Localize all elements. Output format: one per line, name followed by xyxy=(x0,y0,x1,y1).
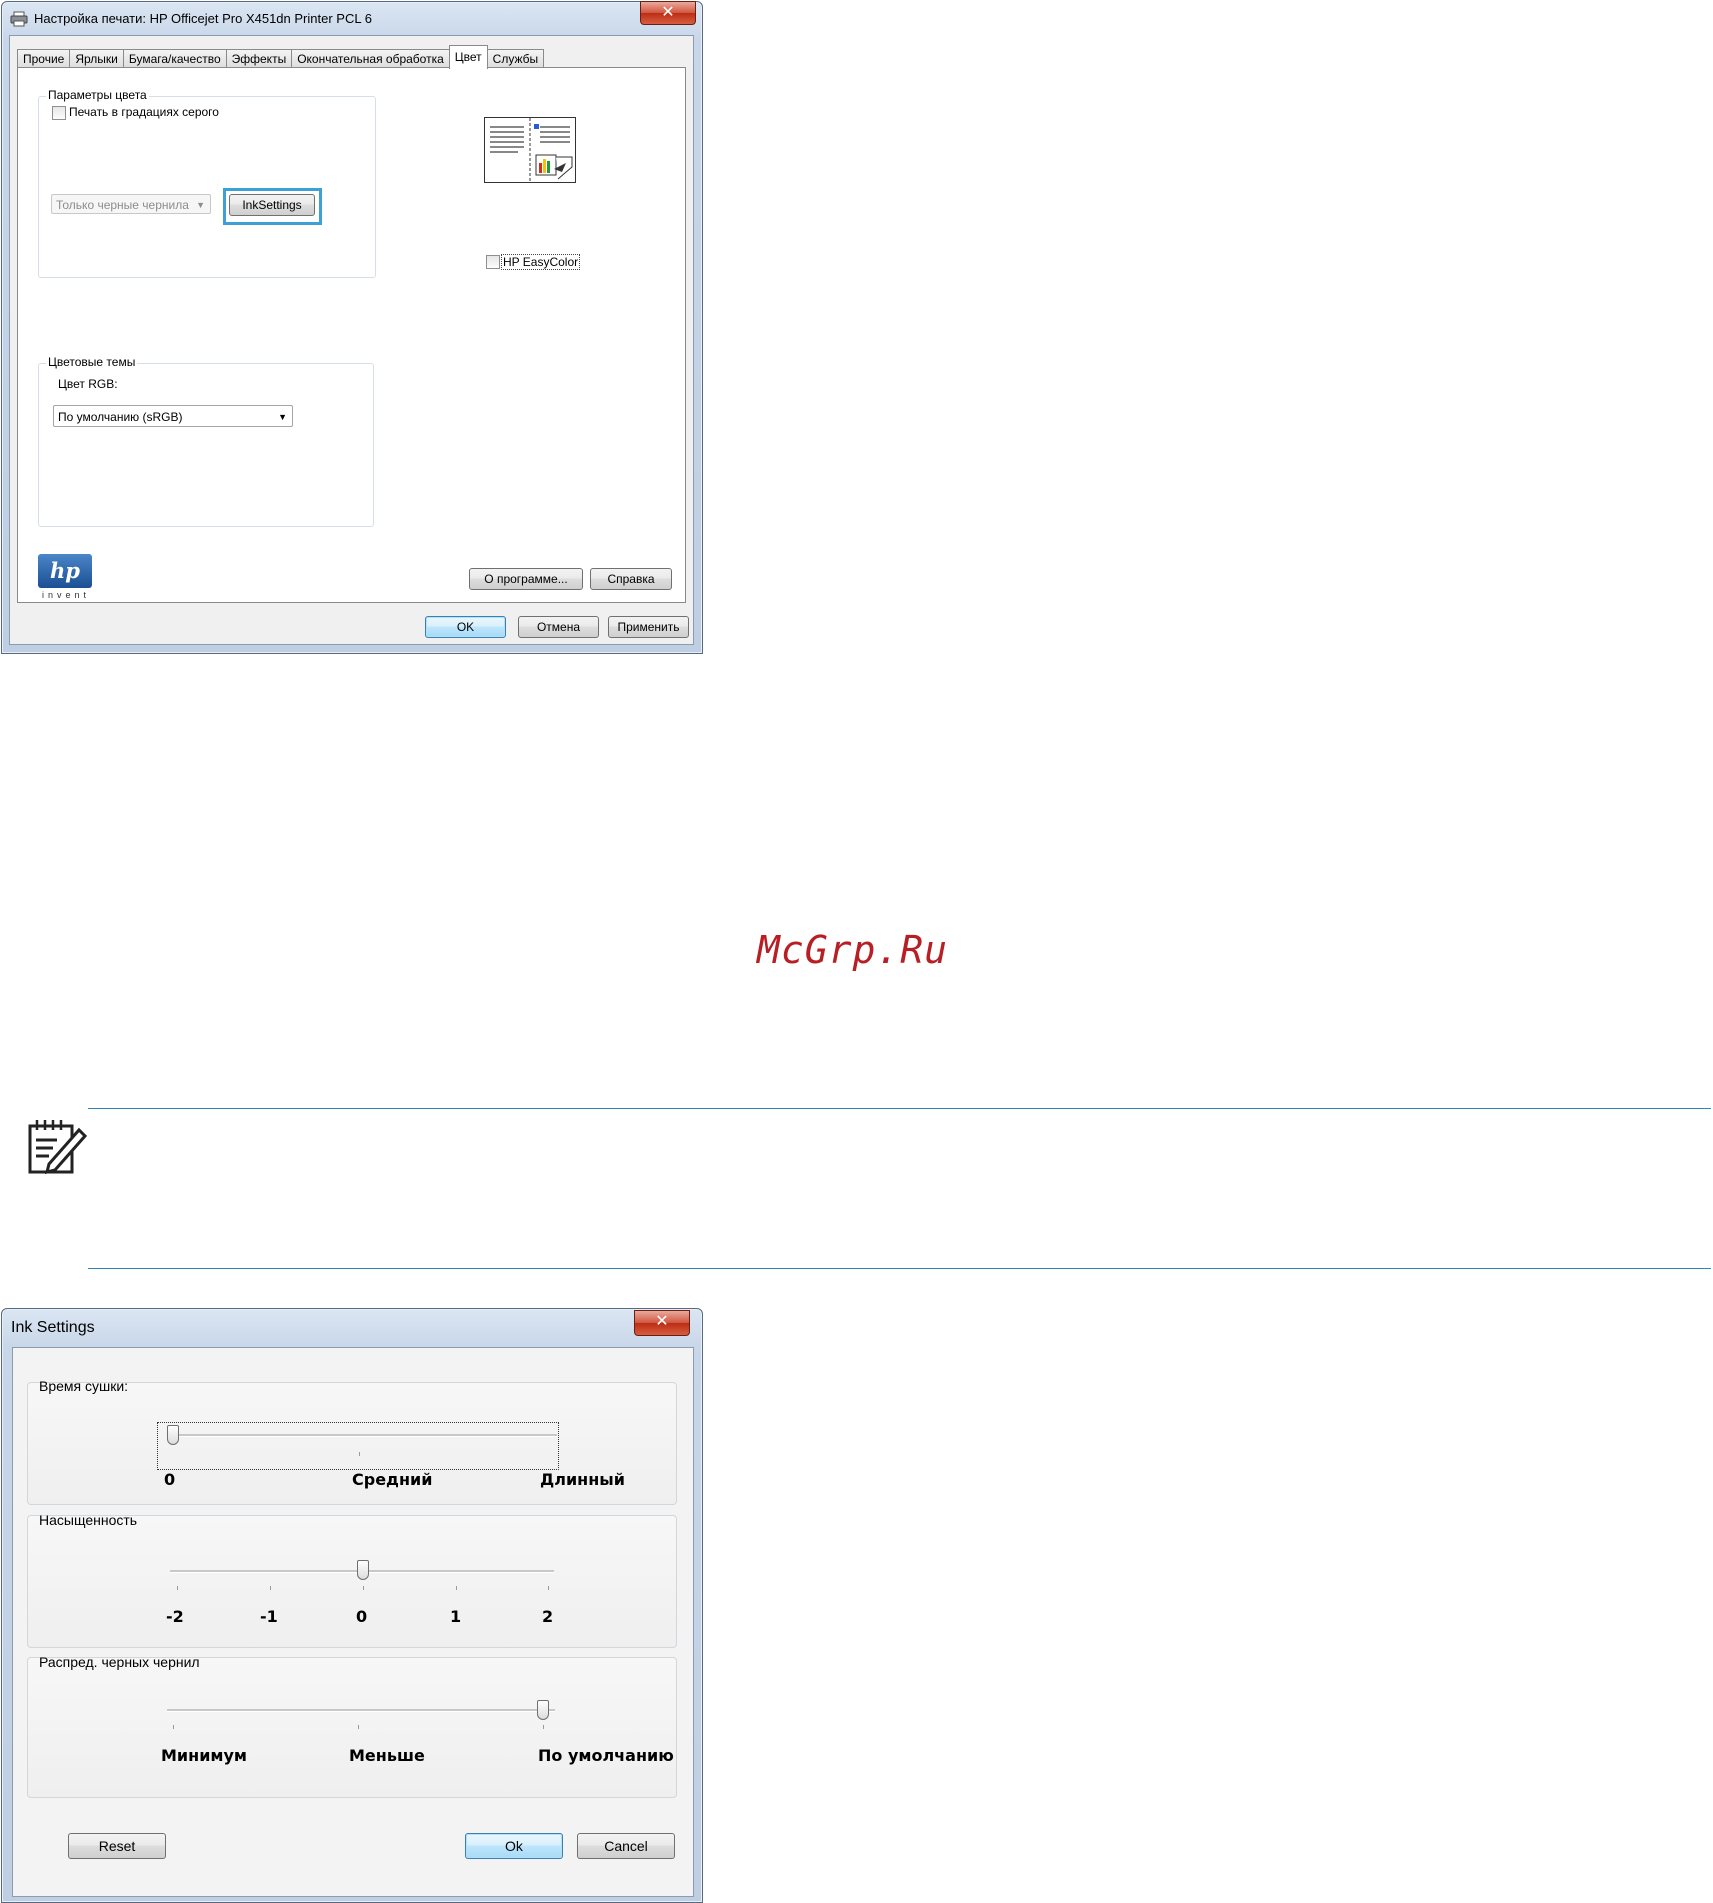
saturation-legend: Насыщенность xyxy=(39,1512,138,1528)
tab-effects[interactable]: Эффекты xyxy=(225,49,293,69)
saturation-label-p1: 1 xyxy=(450,1607,462,1626)
saturation-tick xyxy=(270,1586,271,1590)
black-spread-label-min: Минимум xyxy=(161,1746,247,1765)
black-spread-tick xyxy=(173,1725,174,1729)
cancel-button[interactable]: Cancel xyxy=(577,1833,675,1859)
note-top-rule xyxy=(88,1108,1711,1109)
hp-logo: hp invent xyxy=(38,554,94,600)
black-spread-slider-thumb[interactable] xyxy=(537,1700,549,1720)
drying-slider-thumb[interactable] xyxy=(167,1425,179,1445)
chevron-down-icon: ▼ xyxy=(278,412,287,422)
tab-other[interactable]: Прочие xyxy=(17,49,71,69)
color-tab-panel: Параметры цвета Печать в градациях серог… xyxy=(17,67,686,603)
printer-icon xyxy=(10,11,28,32)
tab-color[interactable]: Цвет xyxy=(448,45,488,69)
tab-finishing[interactable]: Окончательная обработка xyxy=(291,49,450,69)
saturation-label-0: 0 xyxy=(356,1607,368,1626)
black-spread-tick xyxy=(543,1725,544,1729)
note-icon xyxy=(27,1118,88,1179)
saturation-label-m1: -1 xyxy=(260,1607,278,1626)
chevron-down-icon: ▼ xyxy=(196,200,205,210)
watermark-text: McGrp.Ru xyxy=(757,928,949,972)
apply-button[interactable]: Применить xyxy=(608,616,689,638)
window-client-area: Прочие Ярлыки Бумага/качество Эффекты Ок… xyxy=(9,35,694,645)
saturation-slider-thumb[interactable] xyxy=(357,1560,369,1580)
drying-tick xyxy=(359,1452,360,1456)
drying-label-mid: Средний xyxy=(352,1470,433,1489)
saturation-tick xyxy=(548,1586,549,1590)
saturation-tick xyxy=(363,1586,364,1590)
saturation-label-m2: -2 xyxy=(166,1607,184,1626)
ok-button[interactable]: OK xyxy=(425,616,506,638)
page-preview-image xyxy=(484,117,576,183)
saturation-label-p2: 2 xyxy=(542,1607,554,1626)
window-title: Настройка печати: HP Officejet Pro X451d… xyxy=(34,11,372,26)
black-spread-label-default: По умолчанию xyxy=(538,1746,674,1765)
saturation-tick xyxy=(177,1586,178,1590)
ink-close-button[interactable]: ✕ xyxy=(634,1310,690,1336)
black-spread-legend: Распред. черных чернил xyxy=(39,1654,200,1670)
color-themes-legend: Цветовые темы xyxy=(46,355,138,369)
about-button[interactable]: О программе... xyxy=(469,568,583,590)
tab-paper-quality[interactable]: Бумага/качество xyxy=(122,49,227,69)
rgb-label: Цвет RGB: xyxy=(58,377,118,391)
drying-slider-track[interactable] xyxy=(173,1434,557,1437)
color-params-legend: Параметры цвета xyxy=(46,88,149,102)
grayscale-checkbox[interactable] xyxy=(52,106,66,120)
ink-client-area: Время сушки: 0 Средний Длинный Насыщенно… xyxy=(12,1347,694,1897)
easycolor-checkbox[interactable] xyxy=(486,255,500,269)
drying-label-min: 0 xyxy=(164,1470,176,1489)
color-params-group xyxy=(38,96,376,278)
note-bottom-rule xyxy=(88,1268,1711,1269)
drying-time-legend: Время сушки: xyxy=(39,1378,129,1394)
reset-button[interactable]: Reset xyxy=(68,1833,166,1859)
ink-window-title: Ink Settings xyxy=(11,1319,95,1336)
saturation-tick xyxy=(456,1586,457,1590)
ink-settings-window: Ink Settings ✕ Время сушки: 0 Средний Дл… xyxy=(1,1308,703,1903)
tab-services[interactable]: Службы xyxy=(486,49,545,69)
help-button[interactable]: Справка xyxy=(590,568,672,590)
drying-label-max: Длинный xyxy=(540,1470,625,1489)
saturation-group xyxy=(27,1515,677,1648)
ink-mode-select[interactable]: Только черные чернила ▼ xyxy=(51,194,211,214)
black-spread-group xyxy=(27,1657,677,1798)
black-spread-slider-track[interactable] xyxy=(167,1709,555,1712)
drying-focus-rect xyxy=(157,1422,559,1470)
print-settings-window: Настройка печати: HP Officejet Pro X451d… xyxy=(1,1,703,654)
close-button[interactable]: ✕ xyxy=(640,1,696,25)
ink-settings-button[interactable]: InkSettings xyxy=(229,194,315,216)
rgb-select[interactable]: По умолчанию (sRGB) ▼ xyxy=(53,405,293,427)
easycolor-label: HP EasyColor xyxy=(501,254,581,270)
cancel-button[interactable]: Отмена xyxy=(518,616,599,638)
ok-button[interactable]: Ok xyxy=(465,1833,563,1859)
black-spread-tick xyxy=(358,1725,359,1729)
tab-strip: Прочие Ярлыки Бумага/качество Эффекты Ок… xyxy=(17,45,545,69)
tab-shortcuts[interactable]: Ярлыки xyxy=(69,49,124,69)
grayscale-label: Печать в градациях серого xyxy=(69,105,219,119)
black-spread-label-less: Меньше xyxy=(349,1746,425,1765)
